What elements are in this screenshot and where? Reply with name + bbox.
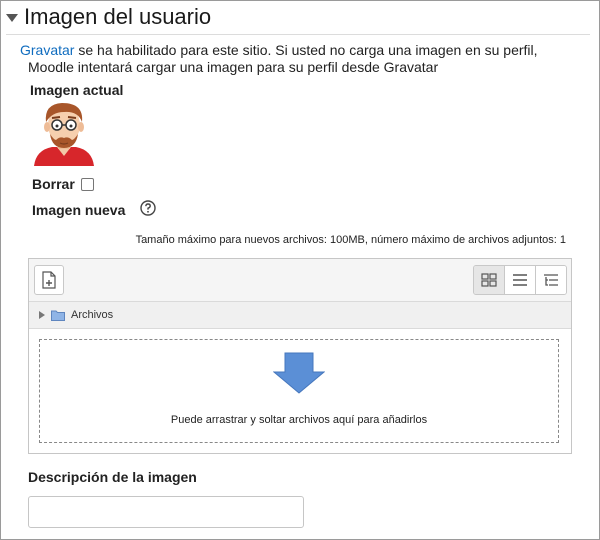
file-picker: Archivos Puede arrastrar y soltar archiv… (28, 258, 572, 454)
section-divider (6, 34, 590, 35)
view-mode-group (473, 265, 567, 295)
gravatar-notice: Gravatar se ha habilitado para este siti… (20, 42, 580, 76)
description-label: Descripción de la imagen (28, 469, 197, 485)
question-circle-icon[interactable] (140, 200, 156, 216)
drop-arrow-icon (273, 352, 325, 394)
file-path-bar[interactable]: Archivos (29, 302, 571, 329)
section-title: Imagen del usuario (24, 4, 212, 29)
file-picker-toolbar (29, 259, 571, 302)
new-image-label: Imagen nueva (32, 202, 126, 218)
delete-checkbox[interactable] (80, 177, 94, 191)
notice-line-1: se ha habilitado para este sitio. Si ust… (78, 42, 538, 58)
gravatar-link[interactable]: Gravatar (20, 42, 74, 58)
collapse-caret-icon[interactable] (6, 14, 18, 22)
add-file-button[interactable] (34, 265, 64, 295)
description-input[interactable] (28, 496, 304, 528)
delete-label: Borrar (32, 176, 75, 192)
list-view-button[interactable] (504, 266, 535, 294)
tree-view-button[interactable] (535, 266, 566, 294)
dropzone-text: Puede arrastrar y soltar archivos aquí p… (170, 414, 428, 426)
upload-limits-text: Tamaño máximo para nuevos archivos: 100M… (135, 234, 566, 246)
file-add-icon (42, 271, 56, 289)
section-header[interactable]: Imagen del usuario (6, 4, 211, 30)
list-view-icon (513, 274, 527, 286)
tree-view-icon (544, 274, 558, 286)
path-label: Archivos (71, 309, 114, 321)
grid-view-icon (481, 273, 497, 287)
delete-row: Borrar (32, 176, 94, 192)
expand-arrow-icon[interactable] (39, 311, 45, 319)
file-dropzone[interactable]: Puede arrastrar y soltar archivos aquí p… (39, 339, 559, 443)
notice-line-2: Moodle intentará cargar una imagen para … (28, 59, 439, 75)
current-image-label: Imagen actual (30, 82, 124, 98)
folder-icon (51, 310, 65, 321)
user-avatar (34, 103, 94, 166)
grid-view-button[interactable] (474, 266, 504, 294)
